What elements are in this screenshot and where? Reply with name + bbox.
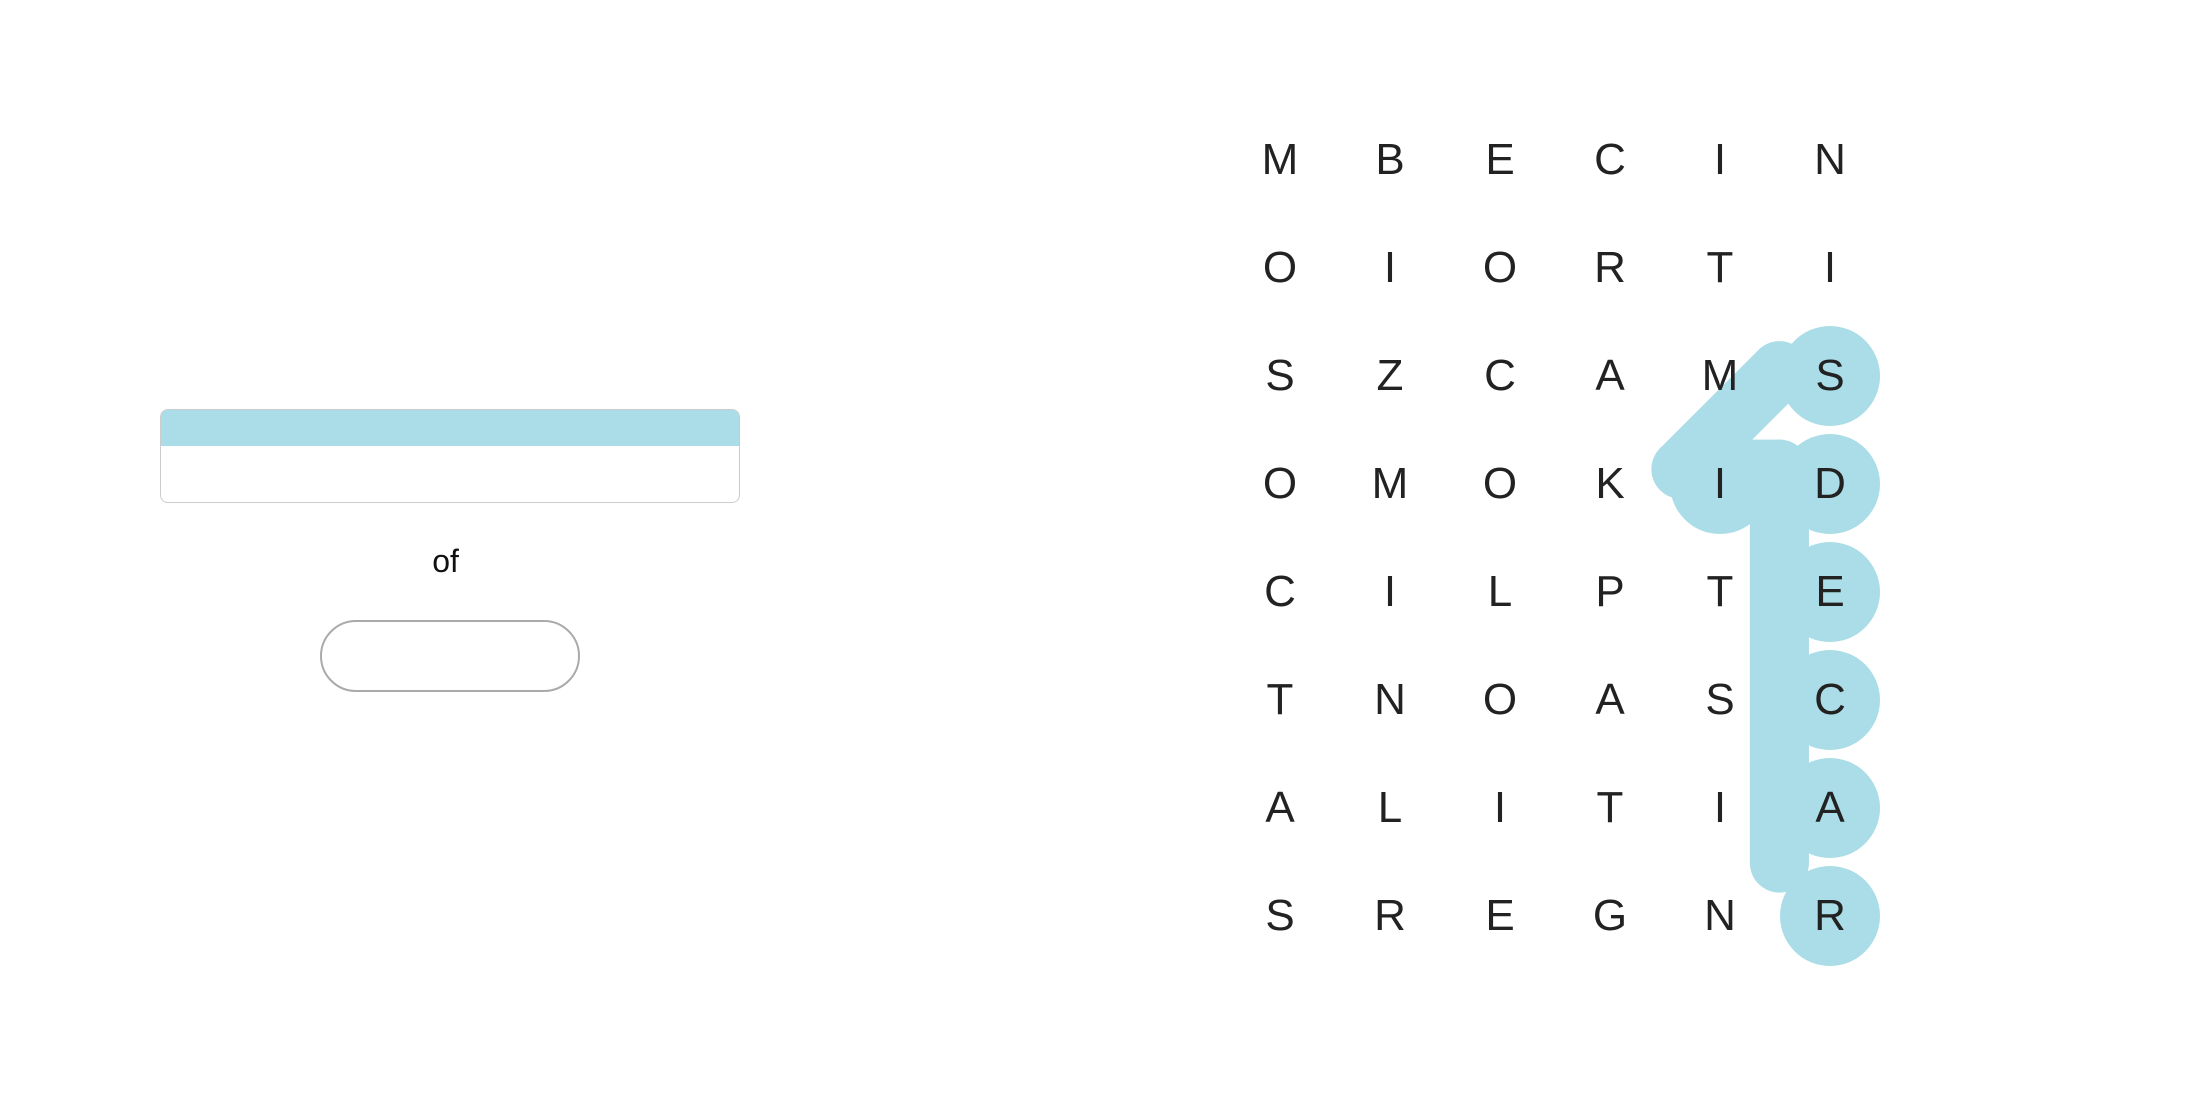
grid-cell[interactable]: R	[1340, 866, 1440, 966]
letter-grid: MBECINOIORTISZCAMSOMOKIDCILPTETNOASCALIT…	[1230, 110, 1880, 966]
grid-cell[interactable]: S	[1670, 650, 1770, 750]
hint-button[interactable]	[320, 620, 580, 692]
grid-cell[interactable]: R	[1780, 866, 1880, 966]
grid-cell[interactable]: A	[1560, 650, 1660, 750]
grid-cell[interactable]: I	[1670, 110, 1770, 210]
grid-cell[interactable]: G	[1560, 866, 1660, 966]
grid-cell[interactable]: E	[1450, 866, 1550, 966]
grid-cell[interactable]: B	[1340, 110, 1440, 210]
grid-cell[interactable]: S	[1230, 326, 1330, 426]
grid-cell[interactable]: Z	[1340, 326, 1440, 426]
grid-cell[interactable]: C	[1230, 542, 1330, 642]
grid-cell[interactable]: M	[1230, 110, 1330, 210]
grid-cell[interactable]: L	[1450, 542, 1550, 642]
grid-cell[interactable]: A	[1230, 758, 1330, 858]
grid-cell[interactable]: O	[1230, 218, 1330, 318]
left-panel: of	[0, 0, 900, 1100]
grid-cell[interactable]: N	[1780, 110, 1880, 210]
grid-cell[interactable]: N	[1340, 650, 1440, 750]
grid-cell[interactable]: I	[1670, 758, 1770, 858]
grid-cell[interactable]: P	[1560, 542, 1660, 642]
grid-cell[interactable]: O	[1230, 434, 1330, 534]
grid-cell[interactable]: N	[1670, 866, 1770, 966]
grid-cell[interactable]: S	[1230, 866, 1330, 966]
grid-cell[interactable]: T	[1230, 650, 1330, 750]
grid-cell[interactable]: A	[1560, 326, 1660, 426]
grid-cell[interactable]: I	[1340, 542, 1440, 642]
grid-cell[interactable]: O	[1450, 218, 1550, 318]
grid-cell[interactable]: O	[1450, 434, 1550, 534]
grid-cell[interactable]: D	[1780, 434, 1880, 534]
grid-cell[interactable]: T	[1670, 218, 1770, 318]
theme-header	[161, 410, 739, 446]
grid-cell[interactable]: I	[1340, 218, 1440, 318]
grid-cell[interactable]: E	[1450, 110, 1550, 210]
theme-card	[160, 409, 740, 503]
grid-cell[interactable]: R	[1560, 218, 1660, 318]
grid-cell[interactable]: I	[1670, 434, 1770, 534]
grid-cell[interactable]: M	[1340, 434, 1440, 534]
grid-cell[interactable]: A	[1780, 758, 1880, 858]
words-found-text: of	[423, 543, 476, 580]
grid-cell[interactable]: I	[1450, 758, 1550, 858]
grid-cell[interactable]: I	[1780, 218, 1880, 318]
grid-cell[interactable]: C	[1450, 326, 1550, 426]
grid-cell[interactable]: M	[1670, 326, 1770, 426]
grid-cell[interactable]: S	[1780, 326, 1880, 426]
theme-body	[161, 446, 739, 502]
grid-cell[interactable]: L	[1340, 758, 1440, 858]
right-panel: MBECINOIORTISZCAMSOMOKIDCILPTETNOASCALIT…	[900, 0, 2200, 1100]
grid-cell[interactable]: E	[1780, 542, 1880, 642]
grid-cell[interactable]: C	[1560, 110, 1660, 210]
grid-cell[interactable]: C	[1780, 650, 1880, 750]
grid-cell[interactable]: T	[1560, 758, 1660, 858]
grid-container: MBECINOIORTISZCAMSOMOKIDCILPTETNOASCALIT…	[1230, 110, 1870, 980]
grid-cell[interactable]: O	[1450, 650, 1550, 750]
grid-cell[interactable]: T	[1670, 542, 1770, 642]
grid-cell[interactable]: K	[1560, 434, 1660, 534]
